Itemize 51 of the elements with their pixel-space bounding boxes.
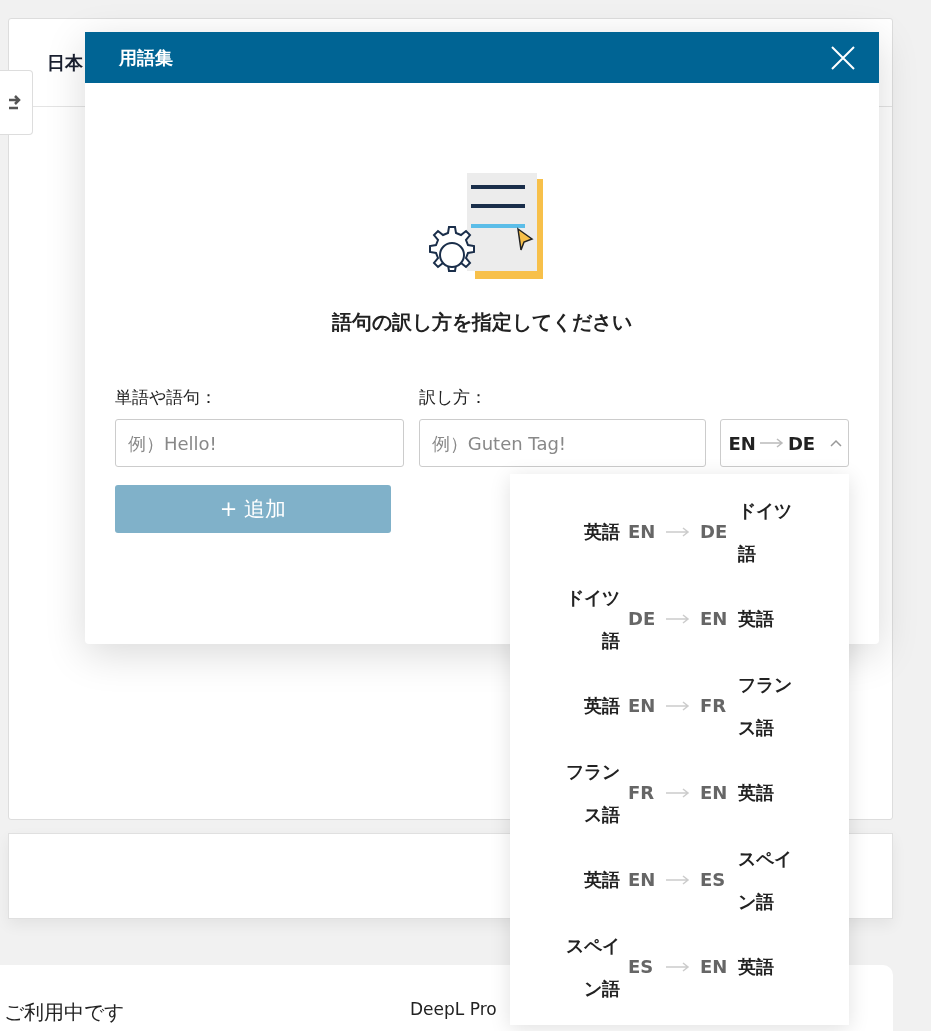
target-language-name: 英語: [738, 955, 775, 979]
target-language-name: スペイン語: [738, 846, 793, 914]
target-language-code: EN: [700, 956, 729, 977]
source-language-code: EN: [628, 869, 657, 890]
target-language-name: フランス語: [738, 672, 793, 740]
dialog-heading: 語句の訳し方を指定してください: [332, 309, 632, 336]
source-language-name: スペイン語: [565, 933, 620, 1001]
target-language-name: ドイツ語: [738, 498, 793, 566]
close-button[interactable]: [831, 45, 855, 70]
target-language-code: FR: [700, 695, 728, 716]
arrow-icon: [666, 613, 690, 624]
term-field[interactable]: 例）Hello!: [115, 419, 404, 467]
swap-button[interactable]: [0, 70, 33, 135]
target-language-code: DE: [700, 521, 729, 542]
source-language-code: ES: [628, 956, 655, 977]
translation-field[interactable]: 例）Guten Tag!: [418, 419, 706, 467]
status-text: ご利用中です: [4, 999, 125, 1026]
panel-heading: 日本: [47, 50, 83, 75]
source-language-name: 英語: [583, 694, 620, 718]
target-language-code: ES: [700, 869, 727, 890]
source-language-code: DE: [628, 608, 657, 629]
caret-icon: [830, 439, 842, 447]
arrow-icon: [759, 438, 784, 448]
target-language-name: 英語: [738, 781, 775, 805]
target-language-code: EN: [700, 782, 729, 803]
language-option[interactable]: ドイツ語 DE EN 英語: [510, 575, 849, 662]
source-language-name: フランス語: [565, 759, 620, 827]
target-language-name: 英語: [738, 607, 775, 631]
term-label: 単語や語句：: [115, 386, 218, 409]
close-icon: [831, 45, 855, 70]
arrow-icon: [666, 700, 690, 711]
arrow-icon: [666, 874, 690, 885]
translation-label: 訳し方：: [418, 386, 488, 409]
source-language-code: EN: [628, 521, 657, 542]
source-language-code: FR: [628, 782, 656, 803]
dialog-title: 用語集: [119, 45, 173, 70]
arrow-icon: [666, 787, 690, 798]
language-option[interactable]: フランス語 FR EN 英語: [510, 749, 849, 836]
source-language-name: 英語: [583, 520, 620, 544]
language-pair-select[interactable]: EN DE: [719, 419, 849, 467]
source-language-name: ドイツ語: [565, 585, 620, 653]
target-language-code: EN: [700, 608, 729, 629]
source-language-code: EN: [628, 695, 657, 716]
promo-text: DeepL Pro: [410, 999, 497, 1021]
language-option[interactable]: スペイン語 ES EN 英語: [510, 923, 849, 1010]
arrow-icon: [666, 526, 690, 537]
language-option[interactable]: 英語 EN DE ドイツ語: [510, 488, 849, 575]
language-option[interactable]: 英語 EN FR フランス語: [510, 662, 849, 749]
arrow-icon: [666, 961, 690, 972]
source-language-name: 英語: [583, 868, 620, 892]
language-option[interactable]: 英語 EN ES スペイン語: [510, 836, 849, 923]
